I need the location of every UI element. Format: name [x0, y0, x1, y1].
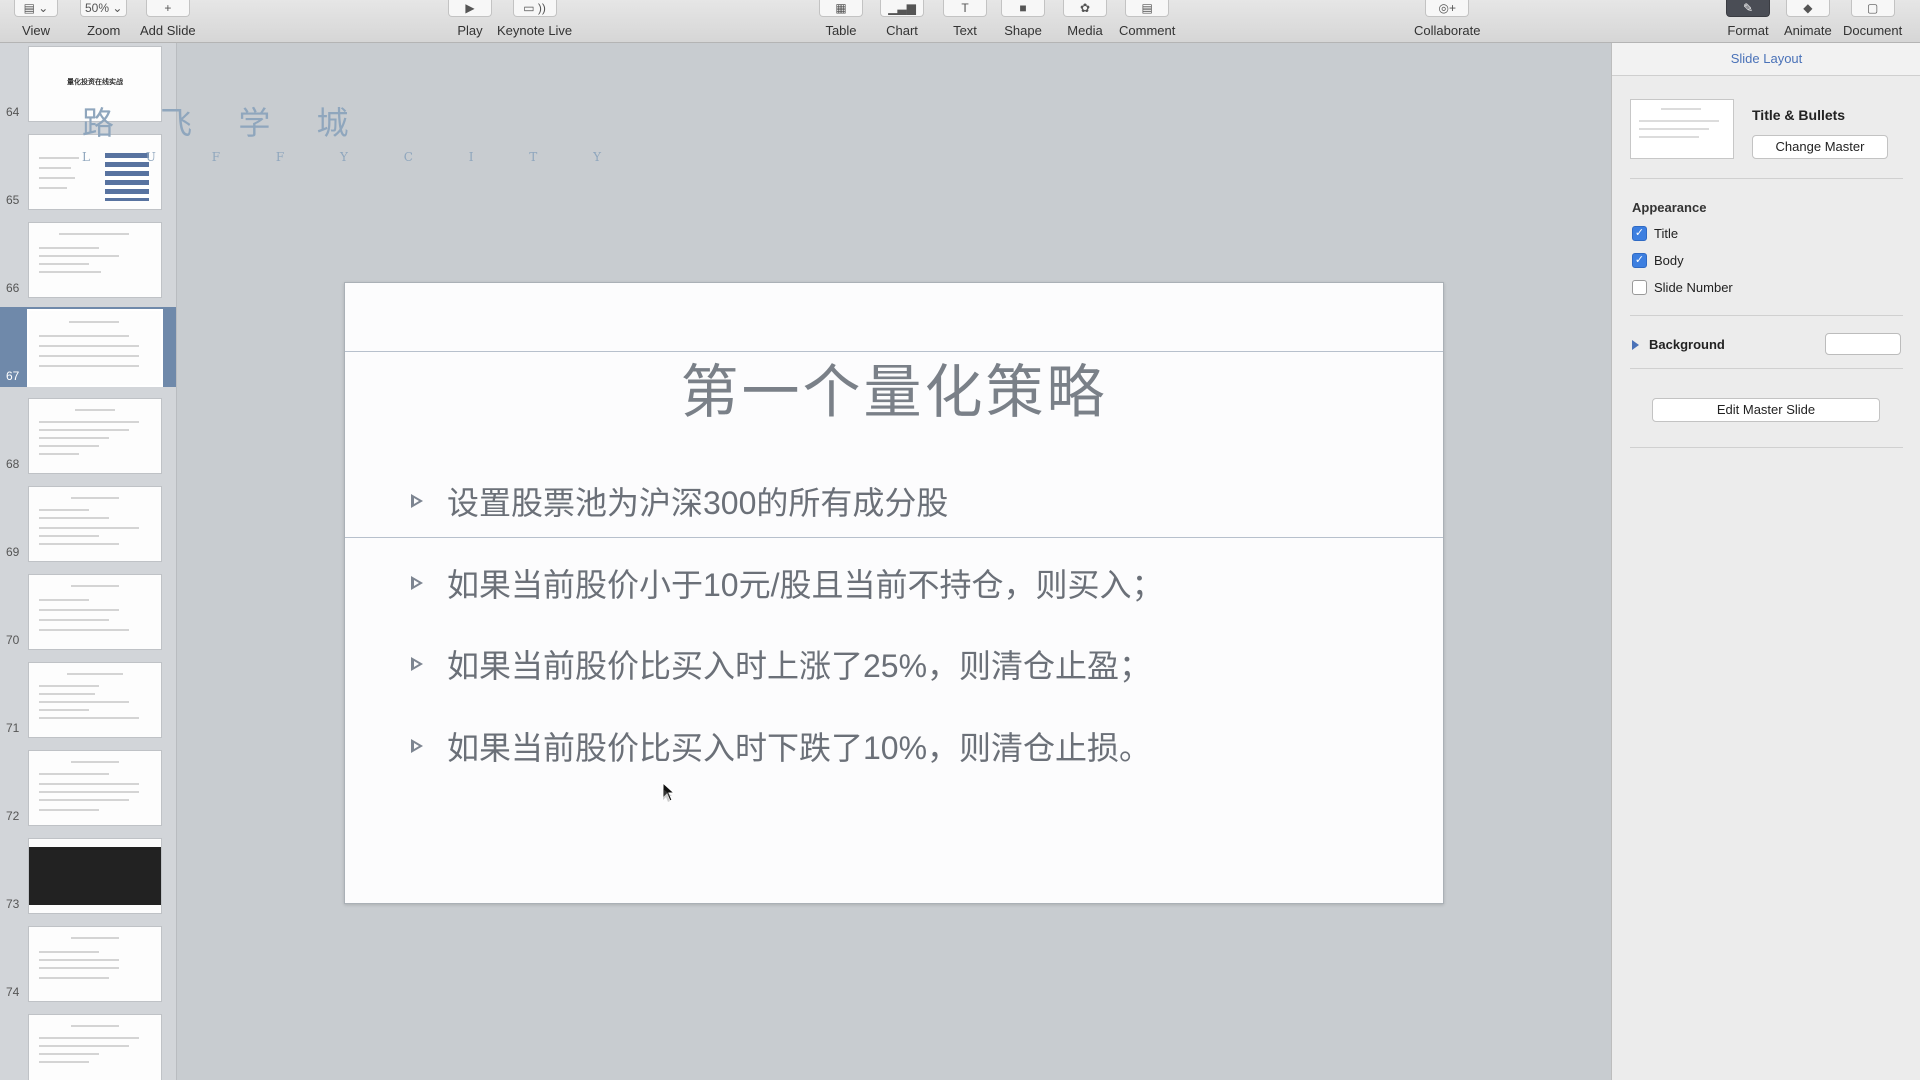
tab-slide-layout[interactable]: Slide Layout: [1612, 43, 1920, 76]
slide-thumbnail-72[interactable]: 72: [0, 747, 176, 827]
zoom-value: 50% ⌄: [80, 0, 128, 17]
slide-thumbnail-68[interactable]: 68: [0, 395, 176, 475]
slide-thumbnail-66[interactable]: 66: [0, 219, 176, 299]
comment-button[interactable]: ▤ Comment: [1119, 0, 1175, 42]
thumbnail-image: [28, 398, 162, 474]
thumbnail-image: [27, 309, 163, 387]
format-inspector: Slide Layout Title & Bullets Change Mast…: [1611, 43, 1920, 1080]
slide-navigator[interactable]: 量化投资在线实战 64 65 66 67 68 69 70 71 72 73 7…: [0, 43, 177, 1080]
thumbnail-image: [28, 838, 162, 914]
edit-master-slide-button[interactable]: Edit Master Slide: [1652, 398, 1880, 422]
slide-thumbnail-67[interactable]: 67: [0, 307, 176, 387]
play-button[interactable]: ▶ Play: [448, 0, 492, 42]
shape-icon: ■: [1001, 0, 1045, 17]
thumbnail-image: [28, 1014, 162, 1080]
slide-thumbnail-74[interactable]: 74: [0, 923, 176, 1003]
layout-thumbnail[interactable]: [1630, 99, 1734, 159]
thumbnail-image: [28, 486, 162, 562]
bullet-triangle-icon: [411, 657, 423, 671]
bullet-item[interactable]: 如果当前股价比买入时下跌了10%，则清仓止损。: [411, 723, 1151, 769]
slide-canvas[interactable]: 第一个量化策略 设置股票池为沪深300的所有成分股 如果当前股价小于10元/股且…: [344, 282, 1444, 904]
layout-name: Title & Bullets: [1752, 107, 1846, 123]
slide-thumbnail-75[interactable]: [0, 1011, 176, 1080]
mouse-cursor-ghost-icon: [663, 789, 672, 802]
bullet-item[interactable]: 设置股票池为沪深300的所有成分股: [411, 478, 948, 524]
bullet-triangle-icon: [411, 576, 423, 590]
slide-number-checkbox[interactable]: [1632, 280, 1647, 295]
body-checkbox-row[interactable]: ✓ Body: [1632, 253, 1684, 268]
divider: [1630, 368, 1903, 369]
background-disclosure[interactable]: Background: [1632, 337, 1725, 352]
slide-title[interactable]: 第一个量化策略: [345, 345, 1443, 429]
thumbnail-image: [28, 662, 162, 738]
collaborate-icon: ◎+: [1425, 0, 1470, 17]
table-button[interactable]: ▦ Table: [819, 0, 863, 42]
appearance-heading: Appearance: [1632, 200, 1707, 215]
play-icon: ▶: [448, 0, 492, 17]
document-button[interactable]: ▢ Document: [1843, 0, 1902, 42]
comment-icon: ▤: [1125, 0, 1170, 17]
alignment-guide: [345, 537, 1443, 538]
text-button[interactable]: T Text: [943, 0, 987, 42]
thumbnail-image: [28, 750, 162, 826]
plus-icon: +: [145, 0, 190, 17]
media-icon: ✿: [1063, 0, 1107, 17]
keynote-live-button[interactable]: ▭ )) Keynote Live: [497, 0, 572, 42]
animate-button[interactable]: ◆ Animate: [1784, 0, 1832, 42]
title-checkbox[interactable]: ✓: [1632, 226, 1647, 241]
document-icon: ▢: [1850, 0, 1895, 17]
chart-icon: ▁▃▆: [880, 0, 924, 17]
toolbar: ▤ ⌄ View 50% ⌄ Zoom + Add Slide ▶ Play ▭…: [0, 0, 1920, 43]
title-checkbox-row[interactable]: ✓ Title: [1632, 226, 1678, 241]
keynote-live-icon: ▭ )): [512, 0, 557, 17]
slide-thumbnail-73[interactable]: 73: [0, 835, 176, 915]
text-icon: T: [943, 0, 987, 17]
disclosure-triangle-icon: [1632, 339, 1639, 350]
view-icon: ▤ ⌄: [14, 0, 58, 17]
bullet-item[interactable]: 如果当前股价比买入时上涨了25%，则清仓止盈；: [411, 641, 1151, 687]
view-button[interactable]: ▤ ⌄ View: [14, 0, 58, 42]
format-button[interactable]: ✎ Format: [1726, 0, 1770, 42]
body-checkbox[interactable]: ✓: [1632, 253, 1647, 268]
divider: [1630, 178, 1903, 179]
table-icon: ▦: [819, 0, 863, 17]
paintbrush-icon: ✎: [1726, 0, 1770, 17]
collaborate-button[interactable]: ◎+ Collaborate: [1414, 0, 1481, 42]
animate-icon: ◆: [1785, 0, 1830, 17]
bullet-triangle-icon: [411, 739, 423, 753]
slide-thumbnail-70[interactable]: 70: [0, 571, 176, 651]
media-button[interactable]: ✿ Media: [1063, 0, 1107, 42]
divider: [1630, 447, 1903, 448]
bullet-triangle-icon: [411, 494, 423, 508]
change-master-button[interactable]: Change Master: [1752, 135, 1888, 159]
slide-thumbnail-69[interactable]: 69: [0, 483, 176, 563]
thumbnail-image: [28, 574, 162, 650]
chart-button[interactable]: ▁▃▆ Chart: [880, 0, 924, 42]
thumbnail-image: [28, 926, 162, 1002]
slide-thumbnail-71[interactable]: 71: [0, 659, 176, 739]
bullet-item[interactable]: 如果当前股价小于10元/股且当前不持仓，则买入；: [411, 560, 1164, 606]
slide-number-checkbox-row[interactable]: Slide Number: [1632, 280, 1733, 295]
background-color-well[interactable]: [1825, 333, 1901, 355]
shape-button[interactable]: ■ Shape: [1001, 0, 1045, 42]
zoom-button[interactable]: 50% ⌄ Zoom: [80, 0, 128, 42]
divider: [1630, 315, 1903, 316]
add-slide-button[interactable]: + Add Slide: [140, 0, 196, 42]
luffy-city-logo: 路 飞 学 城 L U F F Y C I T Y: [82, 104, 628, 164]
thumbnail-image: [28, 222, 162, 298]
